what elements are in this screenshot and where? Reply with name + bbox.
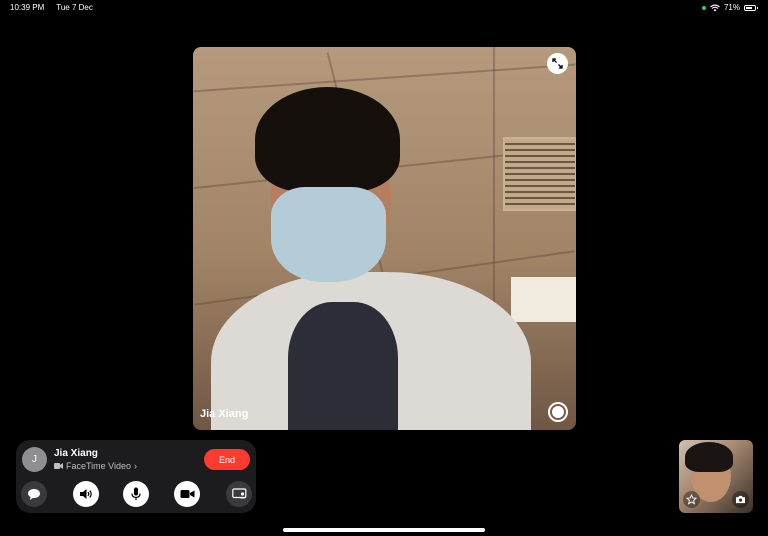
call-type-label: FaceTime Video [66,461,132,471]
effects-button[interactable] [683,491,700,508]
speaker-button[interactable] [73,481,99,507]
battery-icon [744,4,758,11]
live-photo-shutter-button[interactable] [548,402,568,422]
self-hair [685,442,733,472]
wifi-icon [710,4,720,11]
call-controls-panel: J Jia Xiang FaceTime Video › End [16,440,256,513]
remote-caller-name: Jia Xiang [200,408,249,420]
home-indicator[interactable] [283,528,485,532]
microphone-button[interactable] [123,481,149,507]
shirt [288,302,398,430]
controls-row [21,481,252,507]
camera-indicator-dot [701,5,706,10]
status-time: 10:39 PM [10,3,45,12]
end-call-button[interactable]: End [204,449,250,470]
call-panel-caller-name: Jia Xiang [54,448,98,459]
message-icon [28,488,40,500]
hair [255,87,400,192]
chevron-right-icon: › [134,461,138,471]
call-type: FaceTime Video › [54,461,137,471]
message-button[interactable] [21,481,47,507]
battery-fill [746,6,752,9]
status-left: 10:39 PM Tue 7 Dec [10,3,93,12]
camera-icon [180,490,194,498]
camera-flip-icon [736,495,745,504]
status-bar: 10:39 PM Tue 7 Dec 71% [0,0,768,16]
speaker-icon [80,489,92,499]
avatar[interactable]: J [22,447,47,472]
status-right: 71% [701,3,758,12]
star-icon [686,494,697,505]
battery-percent: 71% [723,3,740,12]
caller-info[interactable]: Jia Xiang FaceTime Video › [54,448,137,471]
ceiling-light [511,277,576,322]
shutter-icon [552,406,564,418]
ceiling-line [193,63,576,93]
face-mask [271,187,386,282]
screen-share-icon [231,488,246,499]
remote-video[interactable]: Jia Xiang [193,47,576,430]
self-view-video[interactable] [679,440,753,513]
flip-camera-button[interactable] [732,491,749,508]
microphone-icon [131,487,141,500]
status-date: Tue 7 Dec [56,3,93,12]
expand-arrows-icon [552,58,563,69]
camera-button[interactable] [174,481,200,507]
screen-share-button[interactable] [226,481,252,507]
video-camera-icon [54,463,63,469]
ceiling-vent [503,137,576,211]
expand-button[interactable] [547,53,568,74]
